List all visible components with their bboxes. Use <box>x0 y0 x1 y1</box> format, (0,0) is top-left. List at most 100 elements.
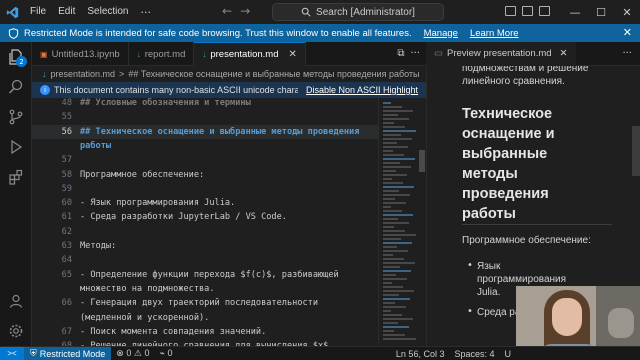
code-line[interactable]: 63 Методы: <box>32 239 378 253</box>
antenna-icon: ⌁ <box>159 348 165 358</box>
minimap-line <box>383 198 395 200</box>
code-editor[interactable]: 48 ## Условные обозначения и термины 55 56 #… <box>32 98 378 346</box>
run-debug-icon <box>11 139 23 155</box>
code-line[interactable]: 66 - Генерация двух траекторий последоват… <box>32 296 378 310</box>
explorer-button[interactable]: 2 <box>0 42 32 72</box>
search-view-button[interactable] <box>0 72 32 102</box>
line-number: 58 <box>61 169 72 180</box>
toggle-secondary-sidebar-icon[interactable] <box>539 6 550 16</box>
markdown-icon: ↓ <box>42 69 47 79</box>
toggle-sidebar-icon[interactable] <box>505 6 516 16</box>
minimap-line <box>383 114 398 116</box>
minimap[interactable] <box>378 98 426 346</box>
tab-presentation[interactable]: ↓ presentation.md ✕ <box>194 42 306 66</box>
minimap-line <box>383 314 402 316</box>
breadcrumb-file[interactable]: presentation.md <box>51 69 116 79</box>
accounts-button[interactable] <box>0 286 32 316</box>
code-text: (медленной и ускоренной). <box>80 312 210 323</box>
minimap-line <box>383 186 414 188</box>
minimap-line <box>383 282 392 284</box>
code-line[interactable]: 68- Решение линейного сравнения для вычи… <box>32 339 378 346</box>
preview-icon: ▭ <box>434 48 443 59</box>
menu-more-button[interactable]: ··· <box>135 6 158 19</box>
cursor-position[interactable]: Ln 56, Col 3 <box>391 349 450 359</box>
command-center-search[interactable]: Search [Administrator] <box>272 3 444 21</box>
minimap-line <box>383 206 391 208</box>
preview-tab-bar: ▭ Preview presentation.md ✕ ··· <box>426 41 640 66</box>
more-actions-icon[interactable]: ··· <box>410 48 420 59</box>
minimap-scroll-slider[interactable] <box>419 150 425 172</box>
close-window-button[interactable]: ✕ <box>614 0 640 24</box>
minimap-line <box>383 146 408 148</box>
extensions-button[interactable] <box>0 162 32 192</box>
menu-file[interactable]: File <box>24 0 52 24</box>
minimap-line <box>383 214 413 216</box>
ports-status[interactable]: ⌁ 0 <box>155 348 178 359</box>
encoding-status[interactable]: U <box>500 349 517 359</box>
code-line[interactable]: 65 - Определение функции перехода $f(c)$,… <box>32 268 378 282</box>
line-number: 61 <box>61 212 72 223</box>
tab-report[interactable]: ↓ report.md <box>129 42 195 66</box>
manage-settings-button[interactable] <box>0 316 32 346</box>
minimap-line <box>383 246 397 248</box>
line-number: 60 <box>61 198 72 209</box>
forward-arrow-icon[interactable]: → <box>240 4 250 18</box>
close-preview-icon[interactable]: ✕ <box>560 48 568 59</box>
preview-more-icon[interactable]: ··· <box>622 48 640 59</box>
open-preview-icon[interactable]: ⧉ <box>397 48 404 59</box>
breadcrumb-symbol[interactable]: ## Техническое оснащение и выбранные мет… <box>128 69 419 79</box>
code-line[interactable]: 57 <box>32 153 378 167</box>
menu-selection[interactable]: Selection <box>81 0 134 24</box>
code-line[interactable]: 55 <box>32 110 378 124</box>
code-line[interactable]: 60 - Язык программирования Julia. <box>32 196 378 210</box>
minimap-line <box>383 134 401 136</box>
minimap-line <box>383 110 413 112</box>
disable-non-ascii-link[interactable]: Disable Non ASCII Highlight <box>306 85 418 95</box>
code-text: Программное обеспечение: <box>80 169 205 180</box>
indentation-status[interactable]: Spaces: 4 <box>449 349 499 359</box>
minimap-line <box>383 250 408 252</box>
code-line[interactable]: 67 - Поиск момента совпадения значений. <box>32 325 378 339</box>
activity-bar-bottom <box>0 286 32 346</box>
close-tab-icon[interactable]: ✕ <box>288 49 296 60</box>
back-arrow-icon[interactable]: ← <box>222 4 232 18</box>
minimize-button[interactable]: — <box>562 0 588 24</box>
code-line[interactable]: множество на подмножества. <box>32 282 378 296</box>
tab-untitled13[interactable]: ▣ Untitled13.ipynb <box>32 42 129 66</box>
close-icon[interactable]: ✕ <box>623 26 632 39</box>
code-line[interactable]: 59 <box>32 182 378 196</box>
problems-status[interactable]: ⊗ 0 ⚠ 0 <box>111 348 154 359</box>
toggle-panel-icon[interactable] <box>522 6 533 16</box>
menu-edit[interactable]: Edit <box>52 0 81 24</box>
code-line[interactable]: 62 <box>32 225 378 239</box>
non-ascii-message: This document contains many non-basic AS… <box>54 85 298 95</box>
code-line[interactable]: 64 <box>32 253 378 267</box>
preview-scrollbar[interactable] <box>632 126 640 176</box>
code-line[interactable]: 56 ## Техническое оснащение и выбранные м… <box>32 124 378 139</box>
source-control-button[interactable] <box>0 102 32 132</box>
code-line[interactable]: 48 ## Условные обозначения и термины <box>32 98 378 110</box>
minimap-line <box>383 258 404 260</box>
search-icon <box>301 7 311 17</box>
manage-link[interactable]: Manage <box>424 28 458 39</box>
code-line[interactable]: работы <box>32 139 378 153</box>
learn-more-link[interactable]: Learn More <box>470 28 519 39</box>
code-line[interactable]: (медленной и ускоренной). <box>32 311 378 325</box>
warning-count: 0 <box>144 348 150 358</box>
remote-indicator-icon[interactable]: >< <box>0 346 24 360</box>
breadcrumb-separator: > <box>119 69 125 79</box>
restricted-mode-status[interactable]: ⛨ Restricted Mode <box>24 346 112 360</box>
line-number: 55 <box>61 112 72 123</box>
preview-text-line: линейного сравнения. <box>462 76 565 87</box>
code-text: - Определение функции перехода $f(c)$, р… <box>80 269 339 280</box>
run-debug-button[interactable] <box>0 132 32 162</box>
minimap-line <box>383 318 413 320</box>
code-line[interactable]: 58 Программное обеспечение: <box>32 168 378 182</box>
code-line[interactable]: 61 - Среда разработки JupyterLab / VS Cod… <box>32 210 378 224</box>
tab-preview[interactable]: ▭ Preview presentation.md ✕ <box>426 41 576 66</box>
minimap-line <box>383 138 412 140</box>
shield-icon <box>8 27 20 39</box>
code-text: ## Условные обозначения и термины <box>80 98 251 108</box>
minimap-line <box>383 326 409 328</box>
maximize-button[interactable]: ☐ <box>588 0 614 24</box>
